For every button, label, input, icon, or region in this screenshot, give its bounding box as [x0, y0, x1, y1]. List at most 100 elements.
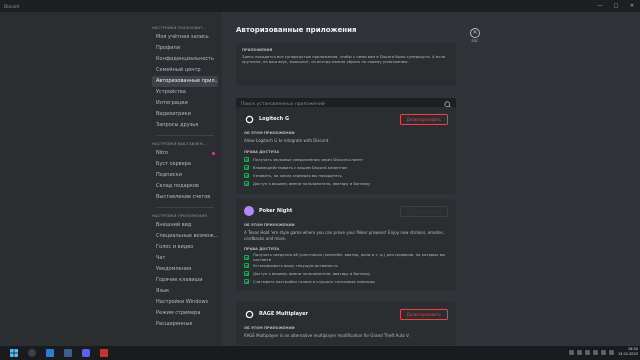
sidebar-item-label: Профили: [156, 45, 180, 51]
close-settings-button[interactable]: ✕ ESC: [468, 28, 482, 43]
sidebar-item-label: Интеграции: [156, 100, 188, 106]
sidebar-item[interactable]: Профили: [152, 43, 218, 54]
permission-text: Получать звуковые уведомления через Disc…: [253, 157, 364, 162]
deauthorize-button[interactable]: Деавторизовать: [399, 308, 448, 320]
permission-item: Получать звуковые уведомления через Disc…: [244, 156, 448, 164]
deauthorize-button[interactable]: Деавторизовать: [399, 205, 448, 217]
sidebar-item[interactable]: Склад подарков: [152, 181, 218, 192]
sidebar-item[interactable]: Настройки Windows: [152, 297, 218, 308]
sidebar-item[interactable]: Выставление счетов: [152, 192, 218, 203]
sidebar-separator: [156, 207, 214, 208]
sidebar-item[interactable]: Видеоигрики: [152, 109, 218, 120]
sidebar-section-header: Настройки выставлен...: [152, 142, 207, 146]
sidebar-item-label: Семейный центр: [156, 67, 201, 73]
sidebar-item[interactable]: Авторизованные прил...: [152, 76, 218, 87]
sidebar-item[interactable]: Nitro: [152, 148, 218, 159]
deauthorize-button[interactable]: Деавторизовать: [399, 113, 448, 125]
main-content: Авторизованные приложения ✕ ESC Приложен…: [222, 12, 640, 346]
sidebar-item[interactable]: Язык: [152, 286, 218, 297]
sidebar-item[interactable]: Буст сервера: [152, 159, 218, 170]
permission-item: Взаимодействовать с вашим Discord-клиент…: [244, 164, 448, 172]
sidebar-item[interactable]: Голос и видео: [152, 242, 218, 253]
app-card-header: Poker Night Деавторизовать: [244, 205, 448, 217]
sidebar-item-label: Устройства: [156, 89, 186, 95]
permission-item: Доступ к вашему имени пользователя, ават…: [244, 180, 448, 188]
sidebar-item[interactable]: Режим стримера: [152, 308, 218, 319]
sidebar-item[interactable]: Моя учётная запись: [152, 32, 218, 43]
app-card-header: Logitech G Деавторизовать: [244, 113, 448, 125]
sidebar-item-label: Расширенные: [156, 321, 193, 327]
sidebar-nav: Настройки пользоват... Моя учётная запись…: [152, 22, 218, 330]
sidebar-item[interactable]: Уведомления: [152, 264, 218, 275]
permission-text: Устанавливать вашу текущую активность: [253, 262, 338, 268]
app-card-header: RAGE Multiplayer Деавторизовать: [244, 308, 448, 320]
sidebar-item[interactable]: Горячие клавиши: [152, 275, 218, 286]
search-taskbar-icon[interactable]: [28, 349, 36, 357]
sidebar-item-label: Горячие клавиши: [156, 277, 203, 283]
checkmark-icon: [244, 270, 249, 276]
app-logo-icon: [244, 114, 254, 124]
clock[interactable]: 16:50 13.02.2025: [618, 347, 638, 357]
page-title: Авторизованные приложения: [236, 26, 357, 34]
permission-item: Устанавливать вашу текущую активность: [244, 261, 448, 269]
steam-icon[interactable]: [64, 349, 72, 357]
sidebar-item[interactable]: Устройства: [152, 87, 218, 98]
esc-label: ESC: [471, 39, 479, 43]
about-label: Об этом приложении: [244, 131, 295, 135]
volume-icon[interactable]: [608, 349, 614, 355]
permission-item: Доступ к вашему имени пользователя, ават…: [244, 269, 448, 277]
about-label: Об этом приложении: [244, 223, 295, 227]
sidebar-item-label: Запросы друзья: [156, 122, 199, 128]
tray-icon[interactable]: [592, 349, 598, 355]
browser-icon[interactable]: [46, 349, 54, 357]
tray-icon[interactable]: [576, 349, 582, 355]
sidebar-item-label: Nitro: [156, 150, 169, 156]
permission-text: Получать сведения об участниках (никнейм…: [253, 252, 445, 262]
discord-taskbar-icon[interactable]: [82, 349, 90, 357]
sidebar-item-label: Конфиденциальность: [156, 56, 215, 62]
sidebar-item-label: Внешний вид: [156, 222, 192, 228]
permission-item: Узнавать, на каких серверах вы находитес…: [244, 172, 448, 180]
sidebar-item-label: Подписки: [156, 172, 182, 178]
permission-item: Считывать настройки голоса и слушать гол…: [244, 277, 448, 285]
app-description: A Texas Hold 'em style game where you ca…: [244, 230, 444, 241]
app-name: RAGE Multiplayer: [259, 311, 308, 317]
permission-text: Взаимодействовать с вашим Discord-клиент…: [253, 165, 348, 170]
sidebar-item-label: Видеоигрики: [156, 111, 191, 117]
tray-icon[interactable]: [584, 349, 590, 355]
sidebar-item[interactable]: Интеграции: [152, 98, 218, 109]
checkmark-icon: [244, 181, 249, 186]
info-box: Приложения Здесь находятся все суперкрут…: [236, 43, 456, 86]
app-description: RAGE Multiplayer is an alternative multi…: [244, 333, 410, 338]
sidebar-item[interactable]: Расширенные: [152, 319, 218, 330]
permission-text: Доступ к вашему имени пользователя, ават…: [253, 181, 371, 186]
app-taskbar-icon[interactable]: [100, 349, 108, 357]
sidebar-item[interactable]: Подписки: [152, 170, 218, 181]
sidebar-item[interactable]: Внешний вид: [152, 220, 218, 231]
window-title: Discord: [4, 3, 20, 9]
sidebar-item[interactable]: Конфиденциальность: [152, 54, 218, 65]
maximize-icon[interactable]: □: [608, 0, 624, 12]
sidebar-item[interactable]: Чат: [152, 253, 218, 264]
info-heading: Приложения: [242, 48, 273, 52]
app-logo-icon: [244, 309, 254, 319]
sidebar-item[interactable]: Семейный центр: [152, 65, 218, 76]
app-card: Poker Night Деавторизовать Об этом приложе…: [236, 199, 456, 291]
sidebar-section-header: Настройки пользоват...: [152, 26, 207, 30]
sidebar-item-label: Склад подарков: [156, 183, 199, 189]
sidebar-item-label: Режим стримера: [156, 310, 201, 316]
checkmark-icon: [244, 165, 249, 170]
wifi-icon[interactable]: [600, 349, 606, 355]
close-window-icon[interactable]: ✕: [624, 0, 640, 12]
sidebar-item[interactable]: Запросы друзья: [152, 120, 218, 131]
close-icon[interactable]: ✕: [470, 28, 480, 38]
minimize-icon[interactable]: —: [592, 0, 608, 12]
windows-start-icon[interactable]: [10, 349, 18, 357]
sidebar-item[interactable]: Специальные возмож...: [152, 231, 218, 242]
permissions-label: Права доступа: [244, 149, 280, 154]
settings-sidebar: Настройки пользоват... Моя учётная запись…: [0, 12, 222, 346]
permission-text: Доступ к вашему имени пользователя, ават…: [253, 270, 371, 276]
sidebar-item-label: Буст сервера: [156, 161, 191, 167]
sidebar-item-label: Моя учётная запись: [156, 34, 209, 40]
tray-icon[interactable]: [568, 349, 574, 355]
